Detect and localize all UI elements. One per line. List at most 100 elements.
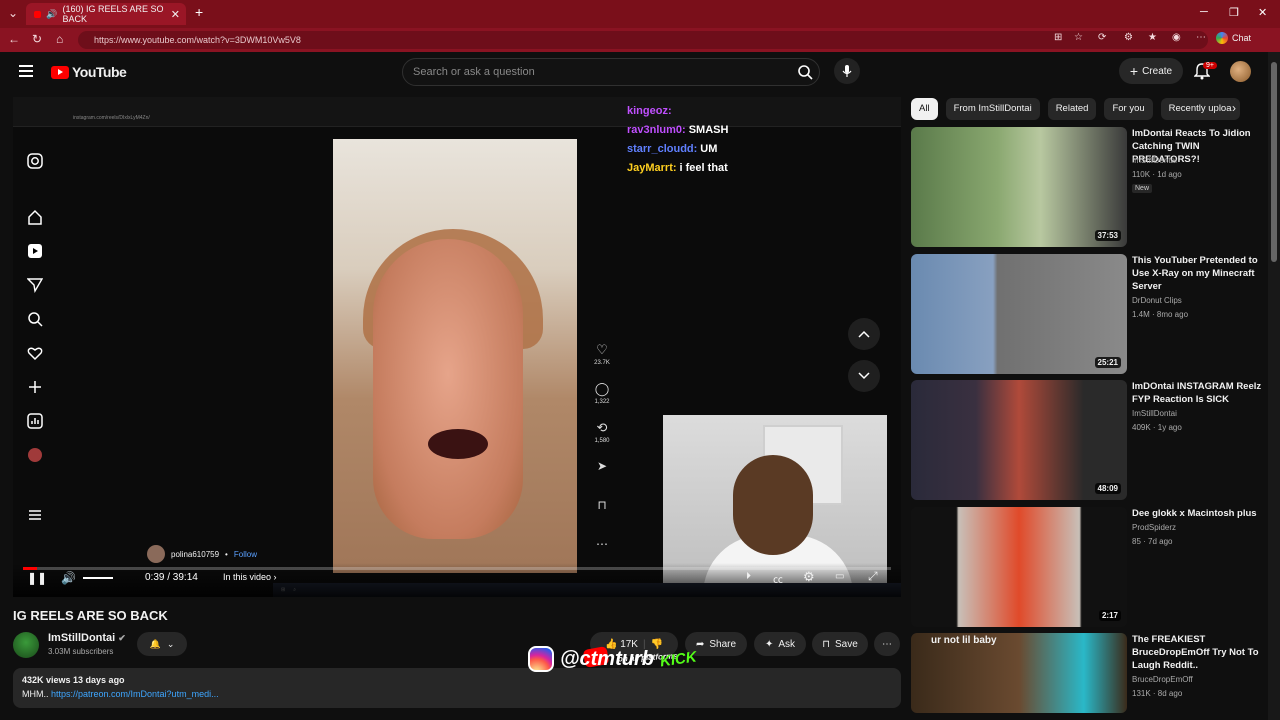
user-avatar[interactable] bbox=[1230, 61, 1251, 82]
direct-icon bbox=[27, 278, 43, 293]
rec-title: ImDOntai INSTAGRAM Reelz FYP Reaction Is… bbox=[1132, 381, 1262, 405]
reload-icon[interactable]: ↻ bbox=[32, 32, 42, 46]
reel-likes: 23.7K bbox=[594, 360, 610, 366]
chat-label: Chat bbox=[1232, 33, 1252, 43]
notification-badge: 9+ bbox=[1203, 62, 1217, 69]
microphone-icon[interactable] bbox=[834, 58, 860, 84]
volume-slider[interactable] bbox=[83, 577, 113, 579]
subscription-bell-button[interactable]: 🔔 ⌄ bbox=[137, 632, 187, 656]
more-actions-button[interactable]: ⋯ bbox=[874, 632, 900, 656]
fullscreen-icon[interactable]: ⤢ bbox=[868, 569, 878, 584]
chip-all[interactable]: All bbox=[911, 98, 938, 120]
progress-bar[interactable] bbox=[23, 567, 891, 570]
follow-link: Follow bbox=[233, 549, 257, 559]
channel-name[interactable]: ImStillDontai ✔ bbox=[48, 632, 126, 644]
more-browser-icon[interactable]: ⋯ bbox=[1196, 32, 1206, 43]
create-label: Create bbox=[1142, 65, 1173, 77]
save-button[interactable]: ⊓ Save bbox=[812, 632, 868, 656]
more-dots-icon: ⋯ bbox=[596, 537, 608, 551]
video-player[interactable]: instagram.com/reels/DIxlxLyM4Zn/ polina6… bbox=[13, 97, 901, 597]
recommendation-item[interactable]: 2:17 Dee glokk x Macintosh plus ProdSpid… bbox=[911, 507, 1266, 627]
rec-meta: 1.4M · 8mo ago bbox=[1132, 310, 1189, 319]
chip-recently-uploaded[interactable]: Recently uploa bbox=[1160, 98, 1240, 120]
chip-for-you[interactable]: For you bbox=[1104, 98, 1153, 120]
recommendation-item[interactable]: 25:21 This YouTuber Pretended to Use X-R… bbox=[911, 254, 1266, 374]
verified-icon: ✔ bbox=[118, 633, 126, 643]
thumbnail[interactable]: 25:21 bbox=[911, 254, 1127, 374]
reel-reposts: 1,580 bbox=[594, 438, 610, 444]
video-duration: 2:17 bbox=[1098, 610, 1121, 621]
profile-icon[interactable]: ◉ bbox=[1172, 32, 1181, 43]
chat-line: rav3nlum0: SMASH bbox=[627, 120, 728, 139]
settings-gear-icon[interactable]: ⚙ bbox=[803, 569, 815, 585]
url-field[interactable]: https://www.youtube.com/watch?v=3DWM10Vw… bbox=[78, 31, 1208, 49]
chat-username: kingeoz: bbox=[627, 104, 672, 117]
chapter-button[interactable]: In this video › bbox=[223, 572, 277, 582]
youtube-play-icon bbox=[51, 65, 69, 79]
like-heart-icon: ♡ bbox=[596, 342, 608, 357]
restore-icon[interactable]: ❐ bbox=[1229, 6, 1239, 19]
back-icon[interactable]: ← bbox=[8, 32, 20, 46]
pause-icon[interactable]: ❚❚ bbox=[27, 571, 47, 585]
chip-from-channel[interactable]: From ImStillDontai bbox=[945, 98, 1040, 120]
rec-channel: ImStillDontai bbox=[1132, 156, 1177, 165]
autoplay-toggle[interactable]: ⏵ bbox=[746, 571, 751, 582]
home-icon[interactable]: ⌂ bbox=[56, 32, 63, 46]
scrollbar-thumb[interactable] bbox=[1271, 62, 1277, 262]
recommendation-item[interactable]: 37:53 ImDontai Reacts To Jidion Catching… bbox=[911, 127, 1266, 247]
apps-icon[interactable]: ⊞ bbox=[1054, 32, 1062, 43]
recommendation-item[interactable]: 48:09 ImDOntai INSTAGRAM Reelz FYP React… bbox=[911, 380, 1266, 500]
recommendation-item[interactable]: ur not lil baby The FREAKIEST BruceDropE… bbox=[911, 633, 1266, 713]
social-overlay: @ctmturb KICK bbox=[528, 646, 698, 672]
thumbnail[interactable]: 37:53 bbox=[911, 127, 1127, 247]
minimize-icon[interactable]: ─ bbox=[1200, 6, 1208, 18]
favorites-icon[interactable]: ★ bbox=[1148, 32, 1157, 43]
extensions-icon[interactable]: ⚙ bbox=[1124, 32, 1133, 43]
next-reel-button bbox=[848, 360, 880, 392]
reel-video bbox=[333, 139, 577, 573]
chevron-right-icon[interactable]: › bbox=[1232, 101, 1236, 115]
chip-related[interactable]: Related bbox=[1047, 98, 1097, 120]
page-scrollbar[interactable] bbox=[1268, 52, 1280, 720]
favorite-star-icon[interactable]: ☆ bbox=[1074, 32, 1083, 43]
instagram-logo-icon bbox=[528, 646, 554, 672]
rec-meta: 409K · 1y ago bbox=[1132, 423, 1182, 432]
url-text: https://www.youtube.com/watch?v=3DWM10Vw… bbox=[94, 35, 301, 45]
volume-icon[interactable]: 🔊 bbox=[61, 571, 76, 585]
video-duration: 37:53 bbox=[1094, 230, 1121, 241]
patreon-link[interactable]: https://patreon.com/ImDontai?utm_medi... bbox=[51, 689, 219, 699]
chat-message: SMASH bbox=[688, 123, 729, 136]
description-box[interactable]: 432K views 13 days ago MHM.. https://pat… bbox=[13, 668, 901, 708]
rec-meta: 110K · 1d ago bbox=[1132, 170, 1182, 179]
copilot-chat-button[interactable]: Chat bbox=[1216, 32, 1251, 44]
subscriber-count: 3.03M subscribers bbox=[48, 647, 114, 656]
address-bar-row: ← ↻ ⌂ https://www.youtube.com/watch?v=3D… bbox=[0, 28, 1280, 52]
new-tab-icon[interactable]: + bbox=[195, 4, 203, 20]
close-window-icon[interactable]: ✕ bbox=[1258, 6, 1267, 19]
copilot-icon bbox=[1216, 32, 1228, 44]
ask-button[interactable]: ✦ Ask bbox=[754, 632, 806, 656]
browser-tab[interactable]: 🔊 (160) IG REELS ARE SO BACK ✕ bbox=[26, 3, 186, 25]
channel-name-text: ImStillDontai bbox=[48, 632, 116, 644]
thumbnail[interactable]: 2:17 bbox=[911, 507, 1127, 627]
rec-channel: ProdSpiderz bbox=[1132, 523, 1177, 532]
rec-meta: 85 · 7d ago bbox=[1132, 537, 1173, 546]
thumbnail[interactable]: ur not lil baby bbox=[911, 633, 1127, 713]
close-tab-icon[interactable]: ✕ bbox=[171, 8, 180, 21]
tab-list-icon[interactable]: ⌄ bbox=[8, 6, 18, 20]
theater-mode-icon[interactable]: ▭ bbox=[835, 571, 844, 582]
youtube-logo[interactable]: YouTube bbox=[51, 64, 127, 80]
search-input[interactable]: Search or ask a question bbox=[402, 58, 820, 86]
reel-person-mouth bbox=[428, 429, 488, 459]
menu-icon[interactable] bbox=[19, 65, 33, 77]
youtube-favicon-icon bbox=[34, 10, 42, 18]
create-button[interactable]: + Create bbox=[1119, 58, 1183, 84]
inner-url: instagram.com/reels/DIxlxLyM4Zn/ bbox=[73, 115, 150, 121]
refresh-extension-icon[interactable]: ⟳ bbox=[1098, 32, 1106, 43]
search-icon[interactable] bbox=[792, 59, 818, 85]
instagram-sidebar bbox=[13, 127, 57, 597]
captions-icon[interactable]: ㏄ bbox=[773, 571, 783, 586]
thumbnail[interactable]: 48:09 bbox=[911, 380, 1127, 500]
channel-avatar[interactable] bbox=[13, 632, 39, 658]
save-label: Save bbox=[835, 638, 858, 650]
